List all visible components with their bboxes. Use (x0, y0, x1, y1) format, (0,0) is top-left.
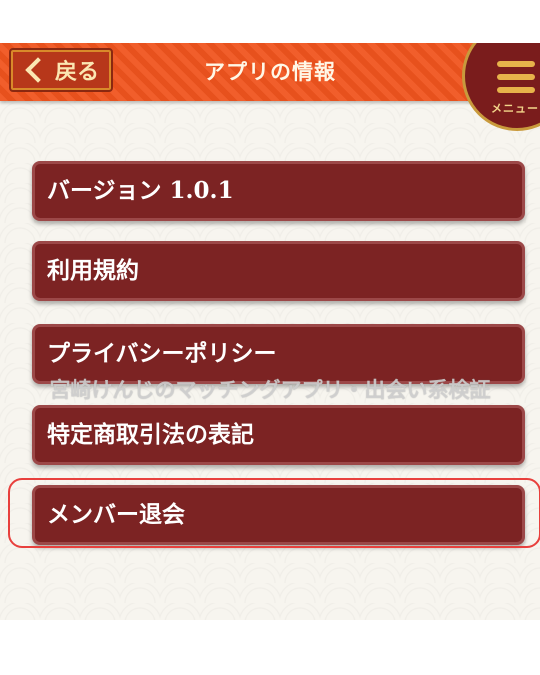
hamburger-icon (497, 61, 535, 67)
menu-button-label: メニュー (491, 102, 539, 115)
page-title: アプリの情報 (204, 59, 336, 84)
app-header: 戻る アプリの情報 メニュー (0, 43, 540, 131)
info-menu-list: バージョン 1.0.1 利用規約 プライバシーポリシー 特定商取引法の表記 メン… (0, 43, 540, 620)
withdraw-membership-item[interactable]: メンバー退会 (32, 485, 525, 545)
terms-of-use-item[interactable]: 利用規約 (32, 241, 525, 301)
privacy-policy-item[interactable]: プライバシーポリシー (32, 324, 525, 384)
app-screen: バージョン 1.0.1 利用規約 プライバシーポリシー 特定商取引法の表記 メン… (0, 43, 540, 620)
version-item[interactable]: バージョン 1.0.1 (32, 161, 525, 221)
commercial-law-item[interactable]: 特定商取引法の表記 (32, 405, 525, 465)
hamburger-icon-bar (497, 87, 535, 93)
hamburger-icon-bar (497, 74, 535, 80)
